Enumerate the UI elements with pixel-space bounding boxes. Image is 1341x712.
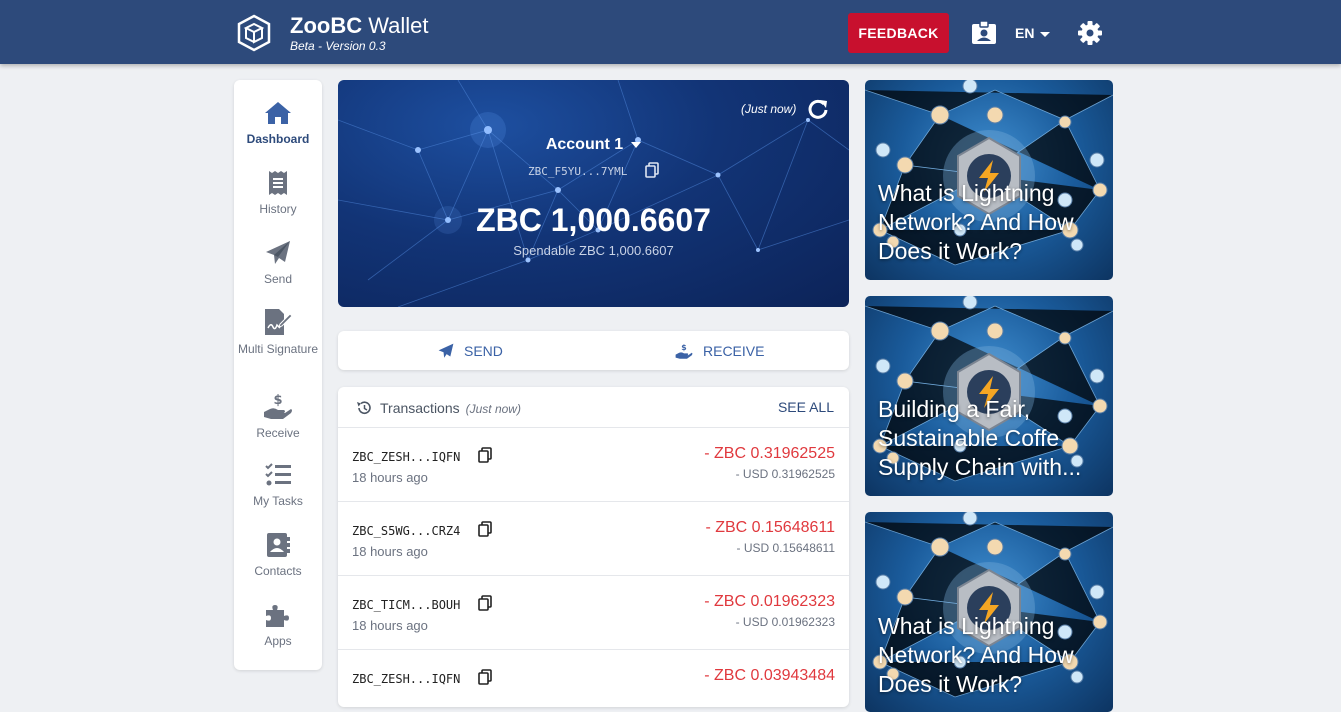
contacts-icon <box>267 533 290 557</box>
copy-icon[interactable] <box>478 595 492 611</box>
puzzle-icon <box>266 605 289 627</box>
news-title: What is Lightning Network? And How Does … <box>878 613 1074 697</box>
sidebar-item-multi-signature[interactable]: Multi Signature <box>234 308 322 356</box>
copy-icon[interactable] <box>478 521 492 537</box>
refresh-icon[interactable] <box>807 98 829 120</box>
news-card[interactable]: Building a Fair, Sustainable Coffe Suppl… <box>865 296 1113 496</box>
account-address: ZBC_F5YU...7YML <box>528 165 628 178</box>
sidebar-item-receive[interactable]: $ Receive <box>234 392 322 440</box>
copy-icon[interactable] <box>478 669 492 685</box>
paper-plane-icon <box>438 343 454 358</box>
app-header: ZooBC Wallet Beta - Version 0.3 FEEDBACK… <box>0 0 1341 64</box>
tx-time: 18 hours ago <box>352 618 428 633</box>
sidebar-item-label: Dashboard <box>246 132 310 146</box>
tx-amount: - ZBC 0.01962323 <box>704 593 835 610</box>
news-card[interactable]: What is Lightning Network? And How Does … <box>865 512 1113 712</box>
balance-updated-time: (Just now) <box>741 102 797 116</box>
language-selector[interactable]: EN <box>1015 25 1051 41</box>
paper-plane-icon <box>266 241 290 264</box>
tx-address: ZBC_ZESH...IQFN <box>352 450 461 464</box>
home-icon <box>265 102 291 124</box>
tasks-icon <box>265 463 291 486</box>
hand-dollar-icon: $ <box>675 342 693 359</box>
zoobc-logo-icon <box>237 14 271 52</box>
tx-time: 18 hours ago <box>352 544 428 559</box>
sidebar-item-send[interactable]: Send <box>234 240 322 286</box>
account-selector[interactable]: Account 1 <box>338 136 849 154</box>
chevron-down-icon <box>631 141 642 148</box>
send-button[interactable]: SEND <box>438 331 503 370</box>
news-card[interactable]: What is Lightning Network? And How Does … <box>865 80 1113 280</box>
gear-icon[interactable] <box>1077 20 1103 46</box>
sidebar-item-history[interactable]: History <box>234 170 322 216</box>
hand-dollar-icon: $ <box>264 393 292 419</box>
table-row[interactable]: ZBC_TICM...BOUH 18 hours ago - ZBC 0.019… <box>338 576 849 650</box>
transactions-card: Transactions (Just now) SEE ALL ZBC_ZESH.… <box>338 387 849 707</box>
signature-icon <box>265 309 293 335</box>
sidebar-item-label: Multi Signature <box>237 342 319 356</box>
copy-icon[interactable] <box>478 447 492 463</box>
sidebar-item-apps[interactable]: Apps <box>234 602 322 648</box>
history-icon <box>357 401 371 414</box>
sidebar-item-dashboard[interactable]: Dashboard <box>234 100 322 146</box>
tx-amount: - ZBC 0.15648611 <box>705 519 835 536</box>
tx-usd-amount: - USD 0.15648611 <box>736 541 835 555</box>
copy-icon[interactable] <box>645 162 659 178</box>
tx-usd-amount: - USD 0.01962323 <box>735 615 835 629</box>
action-bar: SEND $ RECEIVE <box>338 331 849 370</box>
transactions-title: Transactions (Just now) <box>380 400 521 416</box>
sidebar-item-label: Contacts <box>254 564 302 578</box>
svg-text:$: $ <box>273 393 282 408</box>
see-all-link[interactable]: SEE ALL <box>778 399 834 415</box>
contact-card-icon[interactable] <box>971 20 997 46</box>
table-row[interactable]: ZBC_ZESH...IQFN - ZBC 0.03943484 <box>338 650 849 707</box>
transactions-header: Transactions (Just now) SEE ALL <box>338 387 849 428</box>
sidebar-item-label: My Tasks <box>253 494 303 508</box>
sidebar-item-label: Receive <box>256 426 300 440</box>
sidebar-item-label: Apps <box>264 634 292 648</box>
sidebar-item-contacts[interactable]: Contacts <box>234 532 322 578</box>
tx-amount: - ZBC 0.31962525 <box>704 445 835 462</box>
receipt-icon <box>269 171 287 195</box>
app-version: Beta - Version 0.3 <box>290 39 386 53</box>
sidebar-item-label: History <box>259 202 297 216</box>
tx-address: ZBC_S5WG...CRZ4 <box>352 524 461 538</box>
feedback-button[interactable]: FEEDBACK <box>848 13 949 53</box>
sidebar-item-label: Send <box>263 272 293 286</box>
svg-text:$: $ <box>681 342 686 351</box>
news-title: Building a Fair, Sustainable Coffe Suppl… <box>878 396 1082 480</box>
spendable-amount: Spendable ZBC 1,000.6607 <box>513 243 674 258</box>
tx-address: ZBC_ZESH...IQFN <box>352 672 461 686</box>
receive-button[interactable]: $ RECEIVE <box>675 331 764 370</box>
table-row[interactable]: ZBC_ZESH...IQFN 18 hours ago - ZBC 0.319… <box>338 428 849 502</box>
transactions-updated-time: (Just now) <box>465 402 521 416</box>
tx-time: 18 hours ago <box>352 470 428 485</box>
tx-usd-amount: - USD 0.31962525 <box>735 467 835 481</box>
sidebar-nav: Dashboard History Send Multi Signature $… <box>234 80 322 670</box>
tx-amount: - ZBC 0.03943484 <box>704 667 835 684</box>
app-title: ZooBC Wallet <box>290 13 429 38</box>
table-row[interactable]: ZBC_S5WG...CRZ4 18 hours ago - ZBC 0.156… <box>338 502 849 576</box>
tx-address: ZBC_TICM...BOUH <box>352 598 461 612</box>
sidebar-item-my-tasks[interactable]: My Tasks <box>234 462 322 508</box>
news-title: What is Lightning Network? And How Does … <box>878 180 1074 264</box>
balance-amount: ZBC 1,000.6607 <box>476 202 711 238</box>
